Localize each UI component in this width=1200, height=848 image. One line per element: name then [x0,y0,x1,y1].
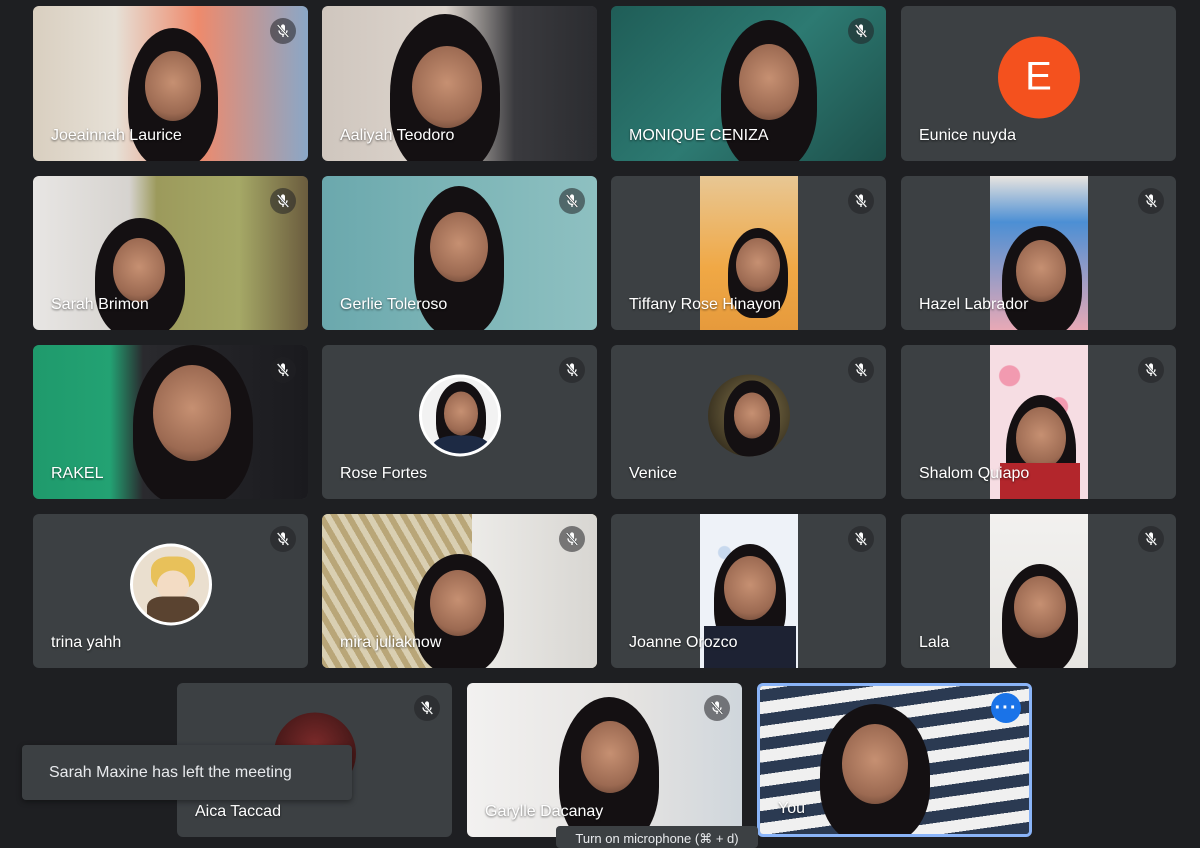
participant-tile[interactable]: Venice [611,345,886,499]
participant-name: Lala [919,634,950,651]
participant-name: mira juliaknow [340,634,442,651]
participant-name: You [778,800,805,817]
participant-name: RAKEL [51,465,104,482]
participant-name: Rose Fortes [340,465,428,482]
participant-tile[interactable]: Lala [901,514,1176,668]
participant-tile[interactable]: Garylle Dacanay [467,683,742,837]
mic-off-icon [1138,526,1164,552]
participant-name: Joeainnah Laurice [51,127,182,144]
more-horizontal-icon: ··· [994,697,1018,719]
participant-name: Eunice nuyda [919,127,1016,144]
avatar [129,543,212,626]
participant-tile[interactable]: Shalom Quiapo [901,345,1176,499]
mic-off-icon [270,357,296,383]
participant-name: Joanne Orozco [629,634,738,651]
participant-name: Tiffany Rose Hinayon [629,296,782,313]
mic-off-icon [414,695,440,721]
participant-name: trina yahh [51,634,122,651]
mic-off-icon [270,188,296,214]
participant-name: Shalom Quiapo [919,465,1030,482]
participant-tile[interactable]: Joanne Orozco [611,514,886,668]
avatar [707,374,790,457]
self-view-tile[interactable]: ··· You [757,683,1032,837]
participant-name: MONIQUE CENIZA [629,127,769,144]
video-feed [989,514,1088,668]
mic-off-icon [848,188,874,214]
participant-tile[interactable]: mira juliaknow [322,514,597,668]
participant-tile[interactable]: Hazel Labrador [901,176,1176,330]
participant-name: Aica Taccad [195,803,281,820]
participant-tile[interactable]: trina yahh [33,514,308,668]
participant-name: Aaliyah Teodoro [340,127,455,144]
notification-text: Sarah Maxine has left the meeting [49,763,292,781]
avatar: E [997,35,1080,118]
mic-off-icon [559,357,585,383]
participant-tile[interactable]: Gerlie Toleroso [322,176,597,330]
participant-tile[interactable]: MONIQUE CENIZA [611,6,886,161]
mic-off-icon [559,188,585,214]
participant-tile[interactable]: Aaliyah Teodoro [322,6,597,161]
participant-tile[interactable]: Sarah Brimon [33,176,308,330]
tooltip-text: Turn on microphone (⌘ + d) [575,831,739,846]
participant-tile[interactable]: Joeainnah Laurice [33,6,308,161]
participant-name: Garylle Dacanay [485,803,604,820]
mic-off-icon [848,357,874,383]
participant-tile[interactable]: Rose Fortes [322,345,597,499]
participant-name: Venice [629,465,678,482]
avatar [418,374,501,457]
mic-off-icon [848,18,874,44]
microphone-tooltip: Turn on microphone (⌘ + d) [556,826,758,848]
mic-off-icon [270,18,296,44]
mic-off-icon [559,526,585,552]
mic-off-icon [848,526,874,552]
mic-off-icon [270,526,296,552]
participant-tile[interactable]: Tiffany Rose Hinayon [611,176,886,330]
notification-toast: Sarah Maxine has left the meeting [22,745,352,800]
participant-name: Hazel Labrador [919,296,1029,313]
participant-name: Gerlie Toleroso [340,296,448,313]
participant-name: Sarah Brimon [51,296,149,313]
mic-off-icon [704,695,730,721]
mic-off-icon [1138,188,1164,214]
participant-tile[interactable]: E Eunice nuyda [901,6,1176,161]
participant-tile[interactable]: RAKEL [33,345,308,499]
mic-off-icon [1138,357,1164,383]
more-options-button[interactable]: ··· [991,693,1021,723]
